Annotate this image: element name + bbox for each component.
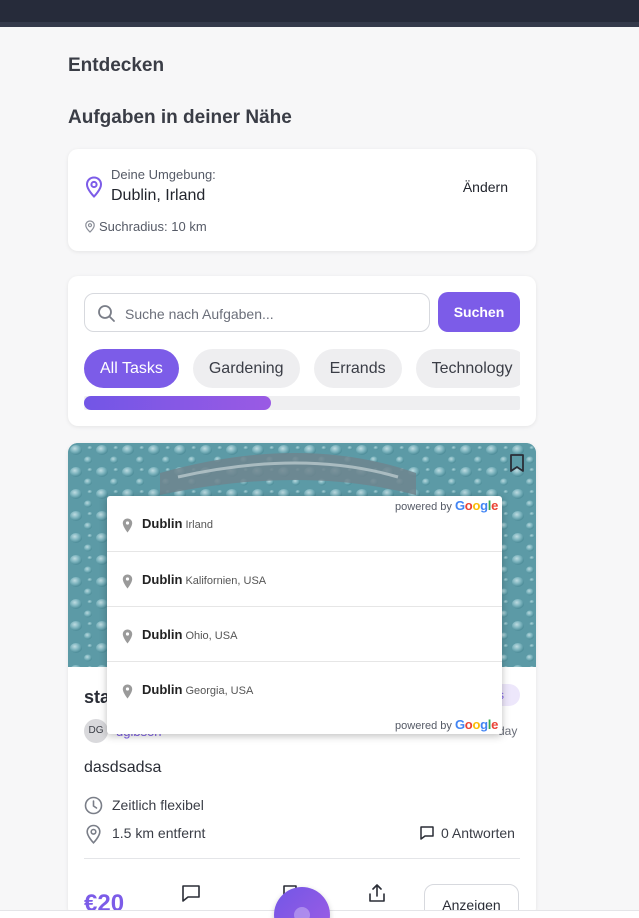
autocomplete-item[interactable]: Dublin Irland — [107, 496, 502, 551]
search-radius-text: Suchradius: 10 km — [99, 219, 207, 234]
clock-icon — [84, 796, 103, 815]
section-title: Aufgaben in deiner Nähe — [68, 107, 292, 128]
chips-scrollbar-thumb[interactable] — [84, 396, 272, 410]
bookmark-icon[interactable] — [508, 453, 526, 473]
top-app-bar — [0, 0, 639, 22]
place-pin-icon — [122, 574, 133, 589]
category-chips: All Tasks Gardening Errands Technology — [84, 349, 520, 389]
task-card-divider — [84, 858, 520, 859]
top-app-bar-divider — [0, 22, 639, 27]
comment-icon — [420, 826, 434, 840]
powered-by-google-bottom: powered by Google — [395, 717, 498, 732]
change-location-button[interactable]: Ändern — [463, 179, 508, 195]
location-card: Deine Umgebung: Dublin, Irland Ändern Su… — [68, 149, 536, 251]
place-autocomplete-dropdown: powered by Google Dublin Irland Dublin Kal… — [107, 496, 502, 734]
search-card: Suche nach Aufgaben... Suchen All Tasks G… — [68, 276, 536, 426]
distance-pin-icon — [86, 824, 101, 844]
task-replies-count: 0 Antworten — [441, 825, 515, 841]
place-pin-icon — [122, 684, 133, 699]
fab-icon — [294, 907, 310, 918]
autocomplete-item[interactable]: Dublin Georgia, USA — [107, 661, 502, 716]
search-icon — [98, 305, 115, 322]
chips-scrollbar[interactable] — [84, 396, 520, 410]
chip-technology[interactable]: Technology — [415, 349, 520, 388]
location-city: Dublin, Irland — [111, 187, 206, 204]
location-label: Deine Umgebung: — [111, 167, 216, 182]
search-button[interactable]: Suchen — [438, 292, 520, 332]
location-pin-icon — [85, 176, 103, 198]
avatar[interactable]: DG — [84, 719, 108, 743]
place-pin-icon — [122, 518, 133, 533]
search-placeholder: Suche nach Aufgaben... — [125, 306, 274, 322]
autocomplete-item[interactable]: Dublin Ohio, USA — [107, 606, 502, 661]
task-description: dasdsadsa — [84, 759, 162, 776]
search-input[interactable]: Suche nach Aufgaben... — [84, 293, 430, 332]
autocomplete-item[interactable]: Dublin Kalifornien, USA — [107, 551, 502, 606]
message-icon[interactable] — [181, 884, 201, 904]
task-time-text: Zeitlich flexibel — [112, 797, 204, 813]
chip-gardening[interactable]: Gardening — [192, 349, 300, 388]
page-title: Entdecken — [68, 55, 165, 76]
share-icon[interactable] — [367, 883, 387, 903]
chip-all-tasks[interactable]: All Tasks — [84, 349, 179, 388]
place-pin-icon — [122, 629, 133, 644]
chip-errands[interactable]: Errands — [313, 349, 402, 388]
radius-pin-icon — [85, 220, 95, 233]
task-distance-text: 1.5 km entfernt — [112, 825, 206, 841]
